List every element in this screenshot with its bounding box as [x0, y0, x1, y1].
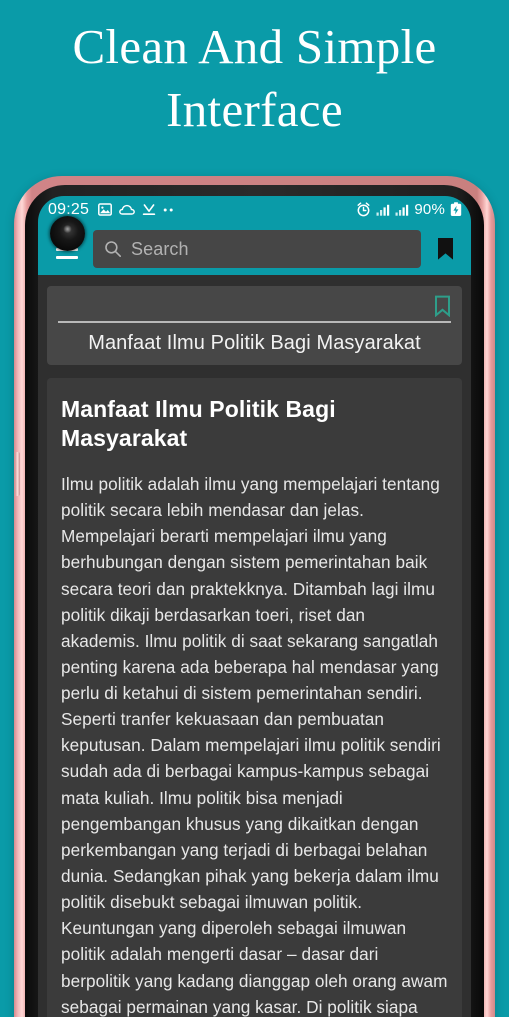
menu-bar-3 — [56, 255, 78, 259]
bookmark-outline-icon[interactable] — [434, 295, 451, 317]
article-heading: Manfaat Ilmu Politik Bagi Masyarakat — [61, 396, 336, 451]
article-body-text: Ilmu politik adalah ilmu yang mempelajar… — [61, 473, 448, 1017]
search-icon — [105, 241, 122, 258]
article-title-card[interactable]: Manfaat Ilmu Politik Bagi Masyarakat — [47, 286, 462, 365]
alarm-icon — [357, 202, 370, 217]
search-input[interactable]: Search — [93, 230, 421, 268]
image-icon — [98, 203, 112, 216]
app-toolbar: Search — [38, 223, 471, 275]
download-icon — [142, 204, 156, 215]
status-left-icons — [98, 203, 175, 216]
phone-side-button[interactable] — [15, 452, 20, 496]
article-card: Manfaat Ilmu Politik Bagi Masyarakat Ilm… — [47, 378, 462, 1017]
search-placeholder-label: Search — [131, 238, 189, 259]
cloud-icon — [119, 204, 135, 215]
app-content: Manfaat Ilmu Politik Bagi Masyarakat Man… — [38, 275, 471, 1017]
status-right-icons: 90% — [356, 201, 462, 218]
title-card-label: Manfaat Ilmu Politik Bagi Masyarakat — [88, 332, 421, 354]
battery-percent-label: 90% — [414, 201, 445, 218]
more-dots-icon — [163, 208, 173, 211]
camera-punch-hole — [50, 216, 85, 251]
title-card-actions — [58, 293, 451, 319]
promo-headline: Clean And Simple Interface — [72, 19, 437, 137]
signal-bars-icon — [395, 204, 409, 216]
battery-charging-icon — [450, 202, 462, 216]
bookmark-filled-icon[interactable] — [429, 229, 461, 269]
title-card-divider — [58, 321, 451, 323]
phone-mockup: 09:25 90% Search Manfaat Ilmu Politik Ba… — [14, 176, 495, 1017]
promo-screenshot: Clean And Simple Interface 09:25 90% Sea… — [0, 0, 509, 1017]
phone-screen: 09:25 90% Search Manfaat Ilmu Politik Ba… — [38, 196, 471, 1017]
status-bar: 09:25 90% — [38, 196, 471, 223]
signal-bars-icon — [376, 204, 390, 216]
